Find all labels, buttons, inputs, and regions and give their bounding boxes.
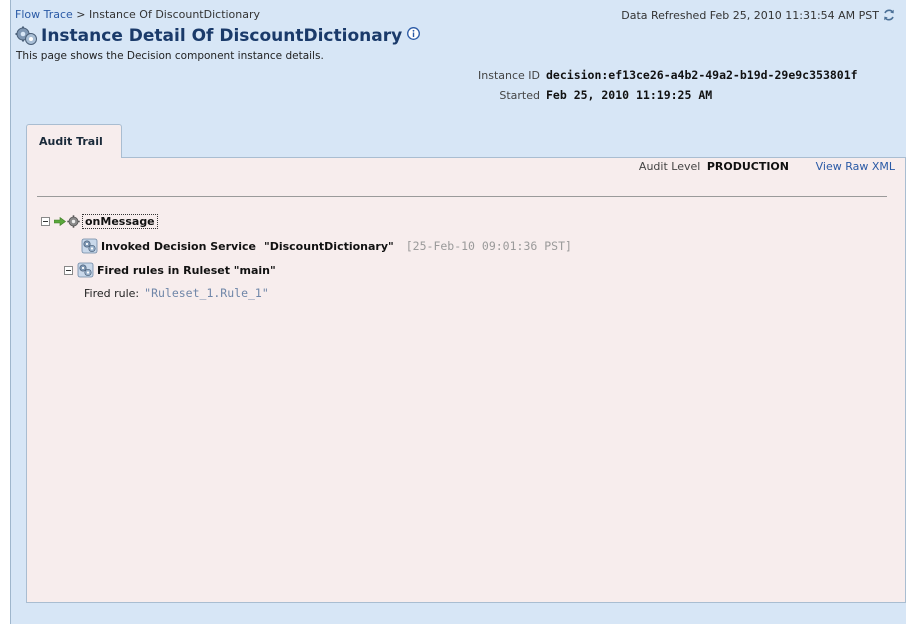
data-refreshed-text: Data Refreshed Feb 25, 2010 11:31:54 AM … bbox=[621, 8, 879, 22]
data-refreshed-status: Data Refreshed Feb 25, 2010 11:31:54 AM … bbox=[621, 8, 896, 22]
ruleset-icon bbox=[77, 262, 94, 278]
breadcrumb-current: Instance Of DiscountDictionary bbox=[89, 8, 261, 21]
started-row: Started Feb 25, 2010 11:19:25 AM bbox=[470, 88, 858, 108]
tab-gap bbox=[27, 156, 121, 158]
tree-node-onmessage: onMessage bbox=[41, 214, 158, 229]
refresh-icon[interactable] bbox=[882, 8, 896, 22]
tab-audit-trail-label: Audit Trail bbox=[39, 135, 103, 148]
title-row: Instance Detail Of DiscountDictionary bbox=[15, 25, 421, 47]
tree-node-invoked-service: Invoked Decision Service "DiscountDictio… bbox=[81, 238, 572, 254]
invoked-service-label: Invoked Decision Service bbox=[101, 239, 256, 253]
gear-icon bbox=[67, 215, 80, 228]
tab-audit-trail[interactable]: Audit Trail bbox=[26, 124, 122, 158]
started-label: Started bbox=[499, 89, 540, 102]
divider bbox=[37, 196, 887, 197]
decision-service-icon bbox=[81, 238, 98, 254]
breadcrumb: Flow Trace > Instance Of DiscountDiction… bbox=[15, 8, 260, 21]
breadcrumb-flow-trace-link[interactable]: Flow Trace bbox=[15, 8, 73, 21]
breadcrumb-separator: > bbox=[76, 8, 86, 21]
fired-rule-value: "Ruleset_1.Rule_1" bbox=[144, 286, 269, 300]
invoked-timestamp: [25-Feb-10 09:01:36 PST] bbox=[405, 239, 572, 253]
decision-component-icon bbox=[15, 26, 37, 45]
audit-trail-panel: Audit Level PRODUCTION View Raw XML onMe… bbox=[26, 157, 906, 603]
info-icon[interactable] bbox=[407, 26, 421, 40]
audit-level-label: Audit Level bbox=[638, 160, 701, 173]
instance-id-label: Instance ID bbox=[478, 69, 540, 82]
invoked-service-name: "DiscountDictionary" bbox=[263, 239, 394, 253]
window-left-edge bbox=[0, 0, 10, 624]
arrow-right-icon bbox=[54, 217, 66, 226]
tree-node-fired-rule: Fired rule: "Ruleset_1.Rule_1" bbox=[84, 286, 269, 300]
audit-level: Audit Level PRODUCTION bbox=[639, 160, 789, 173]
collapse-toggle-onmessage[interactable] bbox=[41, 217, 50, 226]
instance-meta: Instance ID decision:ef13ce26-a4b2-49a2-… bbox=[470, 68, 858, 108]
started-value: Feb 25, 2010 11:19:25 AM bbox=[546, 88, 713, 102]
page-title: Instance Detail Of DiscountDictionary bbox=[41, 26, 403, 46]
instance-id-value: decision:ef13ce26-a4b2-49a2-b19d-29e9c35… bbox=[546, 68, 858, 82]
audit-level-value: PRODUCTION bbox=[706, 160, 789, 173]
view-raw-xml-link[interactable]: View Raw XML bbox=[816, 160, 895, 173]
fired-rule-label: Fired rule: bbox=[84, 286, 140, 300]
collapse-toggle-fired-rules[interactable] bbox=[64, 265, 73, 275]
instance-id-row: Instance ID decision:ef13ce26-a4b2-49a2-… bbox=[470, 68, 858, 88]
onmessage-label[interactable]: onMessage bbox=[82, 214, 158, 229]
tree-node-fired-rules: Fired rules in Ruleset "main" bbox=[64, 262, 276, 278]
page-subtitle: This page shows the Decision component i… bbox=[16, 50, 324, 62]
fired-rules-label: Fired rules in Ruleset "main" bbox=[97, 263, 276, 277]
